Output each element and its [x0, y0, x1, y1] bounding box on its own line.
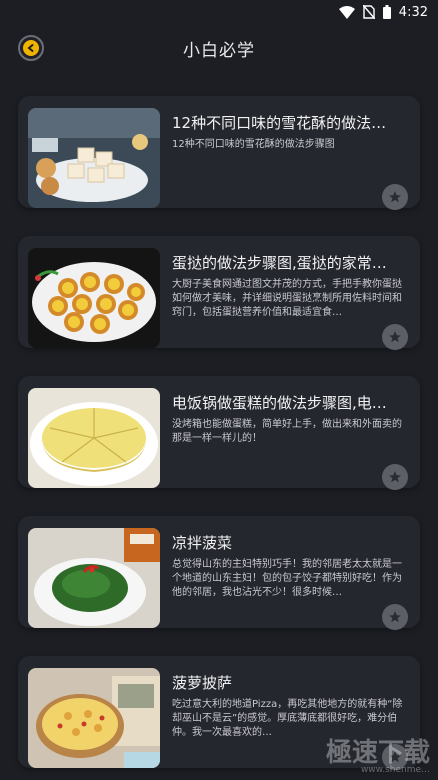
favorite-button[interactable]	[382, 324, 408, 350]
page-title: 小白必学	[183, 40, 255, 61]
recipe-description: 总觉得山东的主妇特别巧手！我的邻居老太太就是一个地道的山东主妇！包的包子饺子都特…	[172, 559, 402, 598]
recipe-title: 蛋挞的做法步骤图,蛋挞的家常…	[172, 254, 387, 272]
recipe-title: 电饭锅做蛋糕的做法步骤图,电…	[172, 394, 387, 412]
no-sim-icon	[362, 5, 375, 19]
recipe-card[interactable]: 蛋挞的做法步骤图,蛋挞的家常… 大厨子美食网通过图文并茂的方式，手把手教你蛋挞如…	[18, 236, 420, 350]
star-icon	[389, 471, 401, 483]
favorite-button[interactable]	[382, 464, 408, 490]
status-time: 4:32	[398, 4, 428, 20]
recipe-thumbnail	[28, 108, 160, 208]
recipe-description: 大厨子美食网通过图文并茂的方式，手把手教你蛋挞如何做才美味，并详细说明蛋挞烹制所…	[172, 279, 402, 318]
wifi-icon	[338, 5, 355, 19]
recipe-description: 12种不同口味的雪花酥的做法步骤图	[172, 139, 335, 150]
star-icon	[389, 191, 401, 203]
recipe-title: 凉拌菠菜	[172, 534, 233, 552]
favorite-button[interactable]	[382, 184, 408, 210]
star-icon	[389, 611, 401, 623]
back-button[interactable]	[18, 35, 44, 61]
top-bar: 小白必学	[0, 24, 438, 72]
watermark-logo: 極速下载 www.shenme…	[270, 732, 430, 775]
watermark-text: 極速下载	[325, 738, 430, 768]
recipe-title: 12种不同口味的雪花酥的做法…	[172, 114, 387, 132]
recipe-card[interactable]: 电饭锅做蛋糕的做法步骤图,电… 没烤箱也能做蛋糕，简单好上手，做出来和外面卖的那…	[18, 376, 420, 490]
recipe-card[interactable]: 12种不同口味的雪花酥的做法… 12种不同口味的雪花酥的做法步骤图	[18, 96, 420, 210]
recipe-thumbnail	[28, 248, 160, 348]
recipe-thumbnail	[28, 388, 160, 488]
recipe-thumbnail	[28, 668, 160, 768]
recipe-title: 菠萝披萨	[172, 674, 233, 692]
recipe-thumbnail	[28, 528, 160, 628]
battery-icon	[382, 5, 391, 19]
recipe-card[interactable]: 凉拌菠菜 总觉得山东的主妇特别巧手！我的邻居老太太就是一个地道的山东主妇！包的包…	[18, 516, 420, 630]
status-bar: 4:32	[0, 0, 438, 24]
favorite-button[interactable]	[382, 604, 408, 630]
star-icon	[389, 331, 401, 343]
recipe-description: 没烤箱也能做蛋糕，简单好上手，做出来和外面卖的那是一样一样儿的！	[172, 419, 402, 444]
back-arrow-icon	[23, 40, 39, 56]
